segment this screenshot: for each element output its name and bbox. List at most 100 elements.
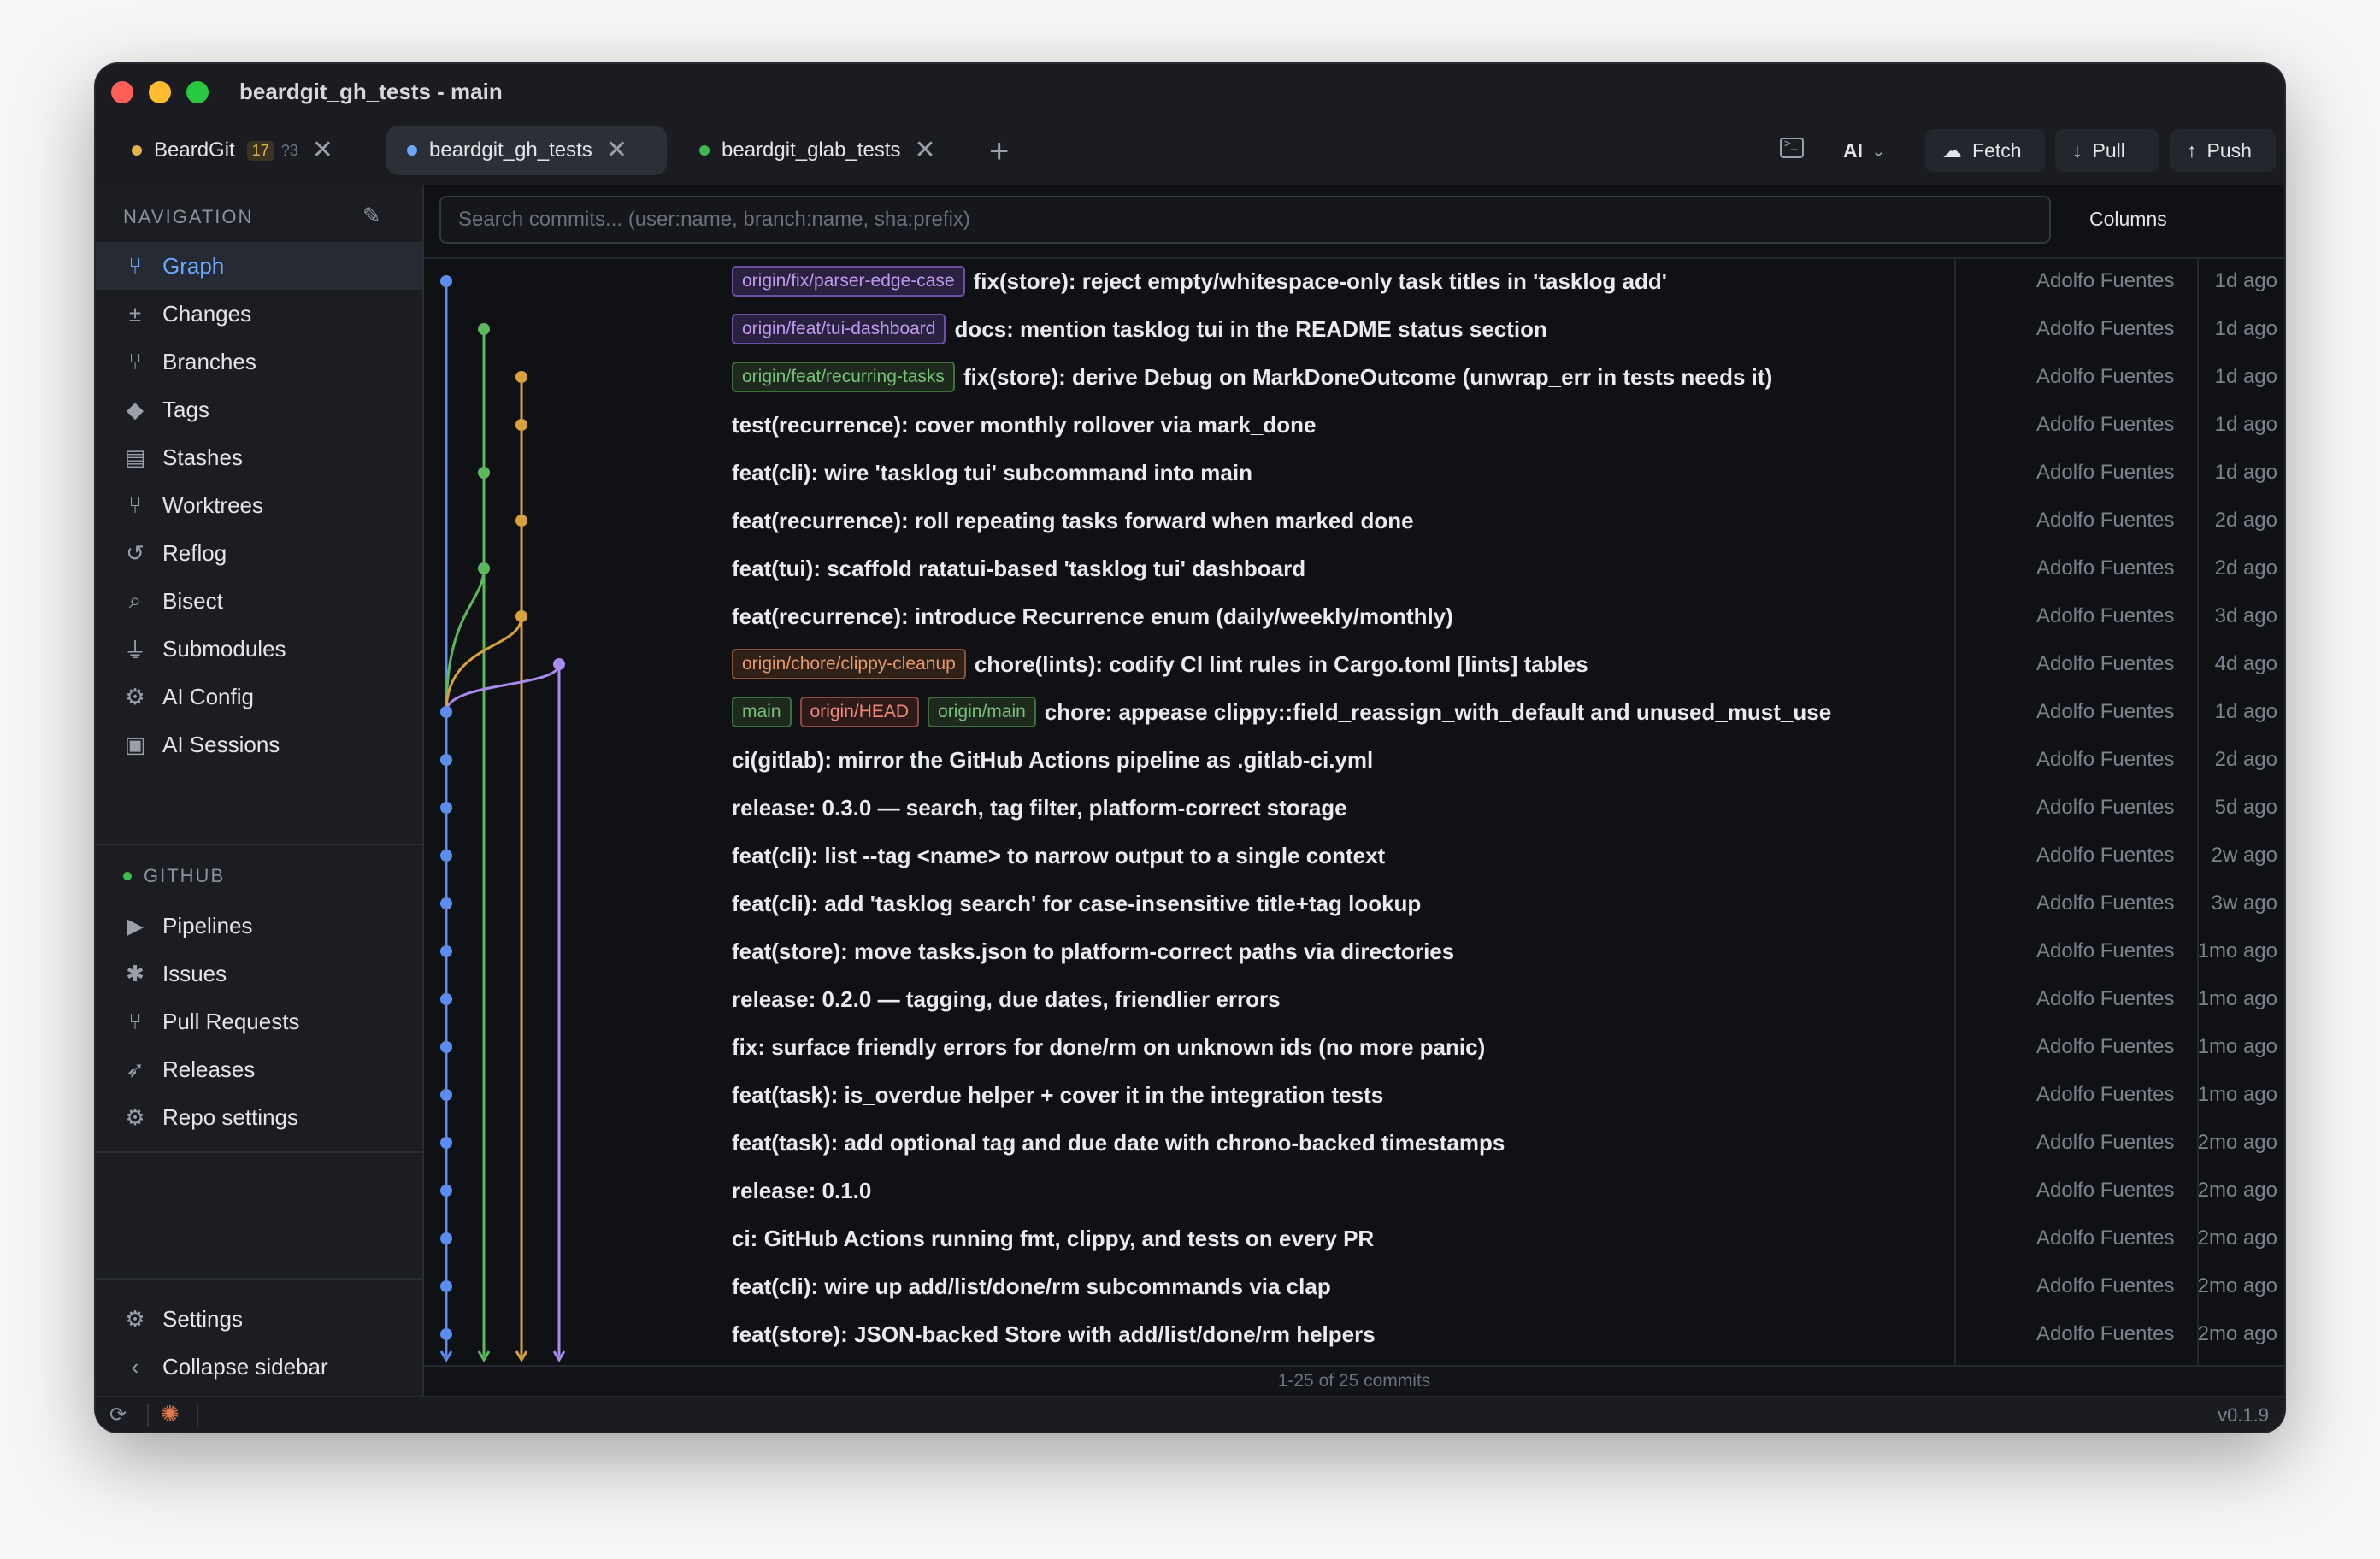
commit-row[interactable]: feat(cli): wire 'tasklog tui' subcommand… bbox=[424, 449, 2284, 497]
sidebar-item-reflog[interactable]: ↺ Reflog bbox=[96, 529, 422, 577]
commit-row[interactable]: feat(cli): add 'tasklog search' for case… bbox=[424, 880, 2284, 927]
commit-author: Adolfo Fuentes bbox=[2036, 987, 2175, 1010]
close-tab-icon[interactable]: ✕ bbox=[312, 138, 333, 163]
ref-badge[interactable]: origin/main bbox=[928, 697, 1036, 727]
columns-button[interactable]: Columns bbox=[2089, 208, 2167, 231]
close-tab-icon[interactable]: ✕ bbox=[914, 138, 935, 163]
tab-beardgit[interactable]: BeardGit 17 ?3 ✕ bbox=[111, 126, 364, 175]
commit-message: feat(store): JSON-backed Store with add/… bbox=[732, 1321, 1376, 1347]
commit-row[interactable]: feat(cli): wire up add/list/done/rm subc… bbox=[424, 1262, 2284, 1310]
sidebar-item-tags[interactable]: ◆ Tags bbox=[96, 385, 422, 433]
pencil-icon[interactable]: ✎ bbox=[362, 203, 381, 229]
commit-message: feat(cli): wire up add/list/done/rm subc… bbox=[732, 1273, 1331, 1299]
minimize-window-button[interactable] bbox=[149, 81, 171, 103]
commit-message: feat(store): move tasks.json to platform… bbox=[732, 938, 1455, 964]
sidebar-item-stashes[interactable]: ▤ Stashes bbox=[96, 433, 422, 481]
sidebar-item-pipelines[interactable]: ▶ Pipelines bbox=[96, 902, 422, 950]
ref-badge[interactable]: origin/fix/parser-edge-case bbox=[732, 266, 965, 297]
commit-message-cell: origin/chore/clippy-cleanup chore(lints):… bbox=[732, 640, 1588, 688]
commit-row[interactable]: ci(gitlab): mirror the GitHub Actions pi… bbox=[424, 736, 2284, 784]
commit-row[interactable]: feat(cli): list --tag <name> to narrow o… bbox=[424, 832, 2284, 880]
commit-date: 2d ago bbox=[2214, 556, 2277, 579]
tab-beardgit-glab-tests[interactable]: beardgit_glab_tests ✕ bbox=[679, 126, 969, 175]
commit-author: Adolfo Fuentes bbox=[2036, 413, 2175, 436]
commit-row[interactable]: feat(tui): scaffold ratatui-based 'taskl… bbox=[424, 544, 2284, 592]
claude-icon[interactable]: ✺ bbox=[161, 1401, 180, 1427]
terminal-icon[interactable] bbox=[1780, 138, 1804, 158]
commit-message: chore: appease clippy::field_reassign_wi… bbox=[1044, 698, 1832, 725]
sidebar-item-label: Bisect bbox=[162, 587, 223, 614]
commit-row[interactable]: ci: GitHub Actions running fmt, clippy, … bbox=[424, 1215, 2284, 1262]
sidebar-item-releases[interactable]: ➶ Releases bbox=[96, 1045, 422, 1093]
commit-row[interactable]: origin/fix/parser-edge-case fix(store): r… bbox=[424, 257, 2284, 305]
commit-row[interactable]: release: 0.2.0 — tagging, due dates, fri… bbox=[424, 975, 2284, 1023]
commit-row[interactable]: origin/feat/recurring-tasks fix(store): d… bbox=[424, 353, 2284, 401]
commit-message-cell: feat(task): is_overdue helper + cover it… bbox=[732, 1071, 1383, 1119]
ref-badge[interactable]: origin/chore/clippy-cleanup bbox=[732, 649, 966, 679]
commit-date: 1d ago bbox=[2214, 700, 2277, 723]
commit-row[interactable]: feat(recurrence): introduce Recurrence e… bbox=[424, 592, 2284, 640]
close-tab-icon[interactable]: ✕ bbox=[606, 138, 627, 163]
search-icon: ⌕ bbox=[128, 587, 142, 613]
commit-date: 1d ago bbox=[2214, 413, 2277, 436]
commit-row[interactable]: origin/feat/tui-dashboard docs: mention t… bbox=[424, 305, 2284, 353]
commit-message-cell: feat(cli): wire up add/list/done/rm subc… bbox=[732, 1262, 1331, 1310]
commit-message: feat(task): is_overdue helper + cover it… bbox=[732, 1081, 1384, 1108]
sidebar-item-ai-sessions[interactable]: ▣ AI Sessions bbox=[96, 721, 422, 768]
commit-row[interactable]: release: 0.1.0 Adolfo Fuentes 2mo ago bbox=[424, 1167, 2284, 1215]
sidebar-item-label: Tags bbox=[162, 396, 209, 422]
commit-message: release: 0.1.0 bbox=[732, 1177, 872, 1203]
fetch-button[interactable]: ☁ Fetch bbox=[1925, 129, 2045, 172]
commit-row[interactable]: fix: surface friendly errors for done/rm… bbox=[424, 1023, 2284, 1071]
terminal-icon: ▣ bbox=[124, 731, 146, 757]
commit-message: release: 0.3.0 — search, tag filter, pla… bbox=[732, 794, 1347, 821]
commit-date: 4d ago bbox=[2214, 652, 2277, 675]
commit-row[interactable]: feat(recurrence): roll repeating tasks f… bbox=[424, 497, 2284, 544]
commit-message-cell: feat(cli): wire 'tasklog tui' subcommand… bbox=[732, 449, 1252, 497]
sidebar-item-changes[interactable]: ± Changes bbox=[96, 290, 422, 338]
push-button[interactable]: ↑ Push bbox=[2170, 129, 2276, 172]
tab-beardgit-gh-tests[interactable]: beardgit_gh_tests ✕ bbox=[386, 126, 667, 175]
ref-badge[interactable]: origin/feat/recurring-tasks bbox=[732, 362, 955, 392]
new-tab-plus-icon[interactable]: + bbox=[989, 132, 1009, 171]
commit-message-cell: ci: GitHub Actions running fmt, clippy, … bbox=[732, 1215, 1374, 1262]
commit-row[interactable]: main origin/HEAD origin/main chore: appease… bbox=[424, 688, 2284, 736]
ref-badge[interactable]: main bbox=[732, 697, 792, 727]
maximize-window-button[interactable] bbox=[186, 81, 209, 103]
commit-message-cell: origin/feat/recurring-tasks fix(store): d… bbox=[732, 353, 1772, 401]
search-commits-input[interactable] bbox=[439, 196, 2051, 244]
sidebar-item-bisect[interactable]: ⌕ Bisect bbox=[96, 577, 422, 625]
sidebar-item-issues[interactable]: ✱ Issues bbox=[96, 950, 422, 997]
commit-date: 1mo ago bbox=[2197, 1083, 2277, 1106]
commit-author: Adolfo Fuentes bbox=[2036, 509, 2175, 532]
commit-row[interactable]: feat(task): add optional tag and due dat… bbox=[424, 1119, 2284, 1167]
commit-row[interactable]: feat(store): move tasks.json to platform… bbox=[424, 927, 2284, 975]
commit-author: Adolfo Fuentes bbox=[2036, 1179, 2175, 1202]
modified-count-badge: 17 bbox=[246, 140, 274, 161]
sidebar-item-repo-settings[interactable]: ⚙ Repo settings bbox=[96, 1093, 422, 1141]
commit-row[interactable]: feat(task): is_overdue helper + cover it… bbox=[424, 1071, 2284, 1119]
sidebar-item-branches[interactable]: ⑂ Branches bbox=[96, 338, 422, 385]
sync-icon[interactable]: ⟳ bbox=[109, 1403, 127, 1427]
sidebar: NAVIGATION ✎ ⑂ Graph ± Changes ⑂ Branches ◆ Tag… bbox=[96, 185, 424, 1396]
sidebar-item-submodules[interactable]: ⏚ Submodules bbox=[96, 625, 422, 673]
commit-date: 5d ago bbox=[2214, 796, 2277, 819]
commit-row[interactable]: release: 0.3.0 — search, tag filter, pla… bbox=[424, 784, 2284, 832]
ref-badge[interactable]: origin/feat/tui-dashboard bbox=[732, 314, 946, 344]
commit-row[interactable]: feat(store): JSON-backed Store with add/… bbox=[424, 1310, 2284, 1358]
ref-badge[interactable]: origin/HEAD bbox=[799, 697, 920, 727]
sidebar-item-label: Releases bbox=[162, 1056, 256, 1082]
sidebar-item-worktrees[interactable]: ⑂ Worktrees bbox=[96, 481, 422, 529]
sidebar-item-pull-requests[interactable]: ⑂ Pull Requests bbox=[96, 997, 422, 1045]
ai-dropdown-button[interactable]: AI ⌄ bbox=[1826, 129, 1910, 172]
collapse-sidebar-button[interactable]: ‹ Collapse sidebar bbox=[96, 1343, 422, 1391]
commit-row[interactable]: test(recurrence): cover monthly rollover… bbox=[424, 401, 2284, 449]
sidebar-item-ai-config[interactable]: ⚙ AI Config bbox=[96, 673, 422, 721]
sidebar-item-settings[interactable]: ⚙ Settings bbox=[96, 1295, 422, 1343]
close-window-button[interactable] bbox=[111, 81, 133, 103]
github-header-label: GITHUB bbox=[144, 865, 226, 886]
sidebar-item-graph[interactable]: ⑂ Graph bbox=[96, 242, 422, 290]
commit-row[interactable]: origin/chore/clippy-cleanup chore(lints):… bbox=[424, 640, 2284, 688]
pull-button[interactable]: ↓ Pull bbox=[2055, 129, 2159, 172]
plug-icon: ⏚ bbox=[123, 637, 146, 663]
